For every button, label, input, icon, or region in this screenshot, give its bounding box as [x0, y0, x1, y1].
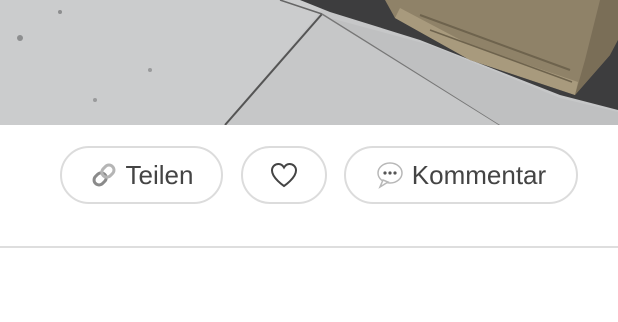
post-photo[interactable] [0, 0, 618, 125]
comment-button[interactable]: Kommentar [344, 146, 578, 204]
speech-bubble-icon [376, 161, 404, 189]
share-label: Teilen [125, 159, 194, 190]
comment-label: Kommentar [411, 159, 547, 190]
link-icon [90, 161, 118, 189]
like-button[interactable] [241, 146, 327, 204]
share-button[interactable]: Teilen [60, 146, 223, 204]
heart-outline-icon [270, 162, 298, 188]
divider [0, 246, 618, 248]
photo-drawing [0, 0, 618, 125]
post-actions: Teilen Kommentar [0, 146, 618, 208]
